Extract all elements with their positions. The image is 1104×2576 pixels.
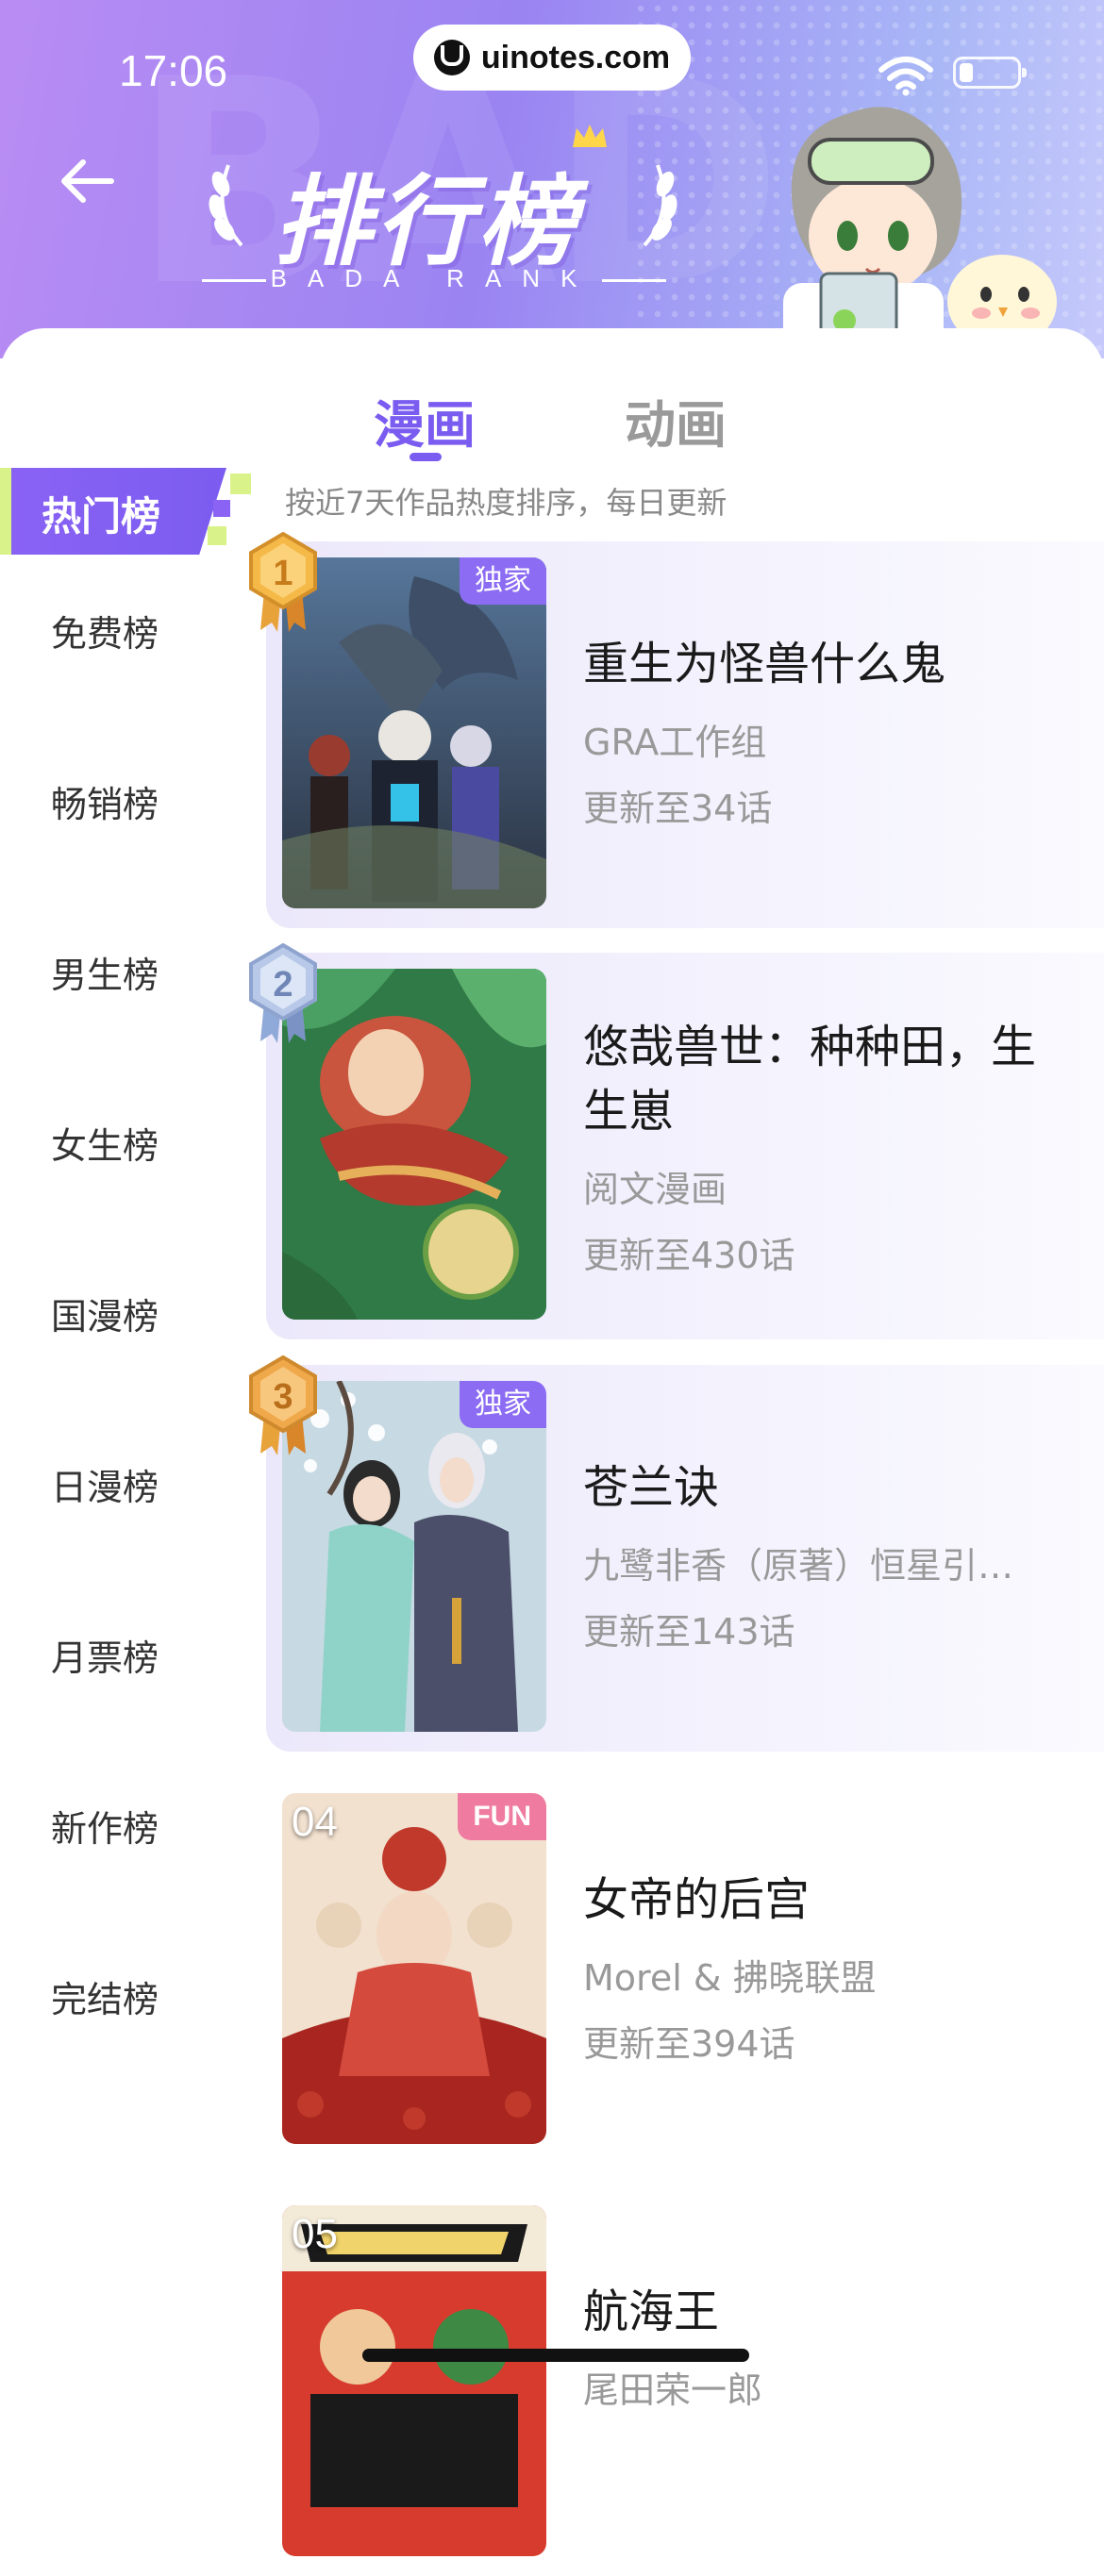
medal-rank-number: 2 [273, 965, 293, 1005]
item-title: 悠哉兽世：种种田，生生崽 [583, 1021, 1037, 1138]
title-block: 排行榜 BADA RANK [198, 113, 677, 302]
page-subtitle: BADA RANK [270, 264, 598, 292]
list-item[interactable]: 04 FUN 女帝的后宫 Morel & 拂晓联盟 更新至394话 [266, 1777, 1104, 2164]
medal-rank-number: 1 [273, 554, 293, 593]
url-text: uinotes.com [480, 39, 671, 75]
tab-anime[interactable]: 动画 [625, 383, 727, 457]
item-title: 女帝的后宫 [583, 1873, 811, 1926]
sidebar-item-hot[interactable]: 热门榜 [0, 468, 255, 562]
medal-bronze-icon: 3 [249, 1355, 317, 1455]
sidebar-item-japanese[interactable]: 日漫榜 [51, 1458, 159, 1510]
subtitle-line-right [602, 279, 666, 282]
exclusive-badge: 独家 [460, 557, 546, 605]
tab-bar: 漫画 动画 [0, 357, 1104, 461]
page-title: 排行榜 [274, 164, 580, 279]
sidebar-item-chinese[interactable]: 国漫榜 [51, 1288, 159, 1339]
item-update: 更新至430话 [583, 1235, 795, 1276]
item-title: 航海王 [583, 2285, 720, 2338]
crown-icon [573, 125, 607, 147]
home-indicator[interactable] [362, 2349, 749, 2362]
list-item[interactable]: 05 航海王 尾田荣一郎 [266, 2189, 1104, 2576]
medal-rank-number: 3 [273, 1377, 293, 1417]
tab-active-indicator [410, 453, 442, 461]
fun-badge: FUN [458, 1793, 546, 1840]
active-tab-bar [0, 468, 11, 555]
item-title: 苍兰诀 [583, 1461, 720, 1514]
rank-number: 04 [292, 1799, 338, 1845]
item-update: 更新至34话 [583, 788, 773, 829]
sidebar-item-monthly-ticket[interactable]: 月票榜 [51, 1629, 159, 1681]
tab-manga[interactable]: 漫画 [374, 383, 476, 457]
item-author: GRA工作组 [583, 722, 767, 763]
url-pill: uinotes.com [413, 25, 691, 91]
sidebar-item-label: 热门榜 [42, 493, 161, 540]
item-author: 尾田荣一郎 [583, 2369, 763, 2411]
sidebar-item-new[interactable]: 新作榜 [51, 1800, 159, 1852]
medal-silver-icon: 2 [249, 943, 317, 1043]
item-author: 阅文漫画 [583, 1169, 728, 1210]
sidebar-item-bestseller[interactable]: 畅销榜 [51, 775, 159, 827]
exclusive-badge: 独家 [460, 1381, 546, 1428]
sidebar-item-free[interactable]: 免费榜 [51, 605, 159, 656]
uinotes-logo-icon [433, 40, 470, 75]
item-update: 更新至143话 [583, 1611, 795, 1653]
status-time: 17:06 [119, 46, 228, 95]
cover-image: 04 FUN [282, 1793, 546, 2144]
list-item[interactable]: 独家 3 苍兰诀 九鹭非香（原著）恒星引… 更新至143话 [249, 1355, 1104, 1752]
item-title: 重生为怪兽什么鬼 [583, 638, 946, 690]
battery-icon [953, 57, 1027, 89]
list-item[interactable]: 独家 1 重生为怪兽什么鬼 GRA工作组 更新至34话 [249, 532, 1104, 928]
item-author: Morel & 拂晓联盟 [583, 1957, 877, 1999]
wifi-icon [878, 57, 933, 96]
sidebar-item-male[interactable]: 男生榜 [51, 946, 159, 998]
back-arrow-icon[interactable] [55, 153, 121, 209]
header-banner: BAD 17:06 uinotes.com 排行榜 BADA RANK [0, 0, 1104, 358]
medal-gold-icon: 1 [249, 532, 317, 632]
sidebar-item-completed[interactable]: 完结榜 [51, 1970, 159, 2022]
sidebar-item-female[interactable]: 女生榜 [51, 1117, 159, 1169]
mascot-illustration [783, 107, 1057, 358]
item-author: 九鹭非香（原著）恒星引… [583, 1545, 1014, 1587]
item-update: 更新至394话 [583, 2023, 795, 2065]
content-panel: 漫画 动画 热门榜 免费榜 畅销榜 男生榜 女生榜 国漫榜 日漫榜 月票榜 新作… [0, 328, 1104, 2556]
cover-image: 05 [282, 2205, 546, 2556]
list-subtitle: 按近7天作品热度排序，每日更新 [285, 485, 728, 521]
rank-number: 05 [292, 2211, 338, 2257]
list-item[interactable]: 2 悠哉兽世：种种田，生生崽 阅文漫画 更新至430话 [249, 943, 1104, 1339]
laurel-left-icon [209, 164, 243, 247]
laurel-right-icon [643, 164, 677, 247]
